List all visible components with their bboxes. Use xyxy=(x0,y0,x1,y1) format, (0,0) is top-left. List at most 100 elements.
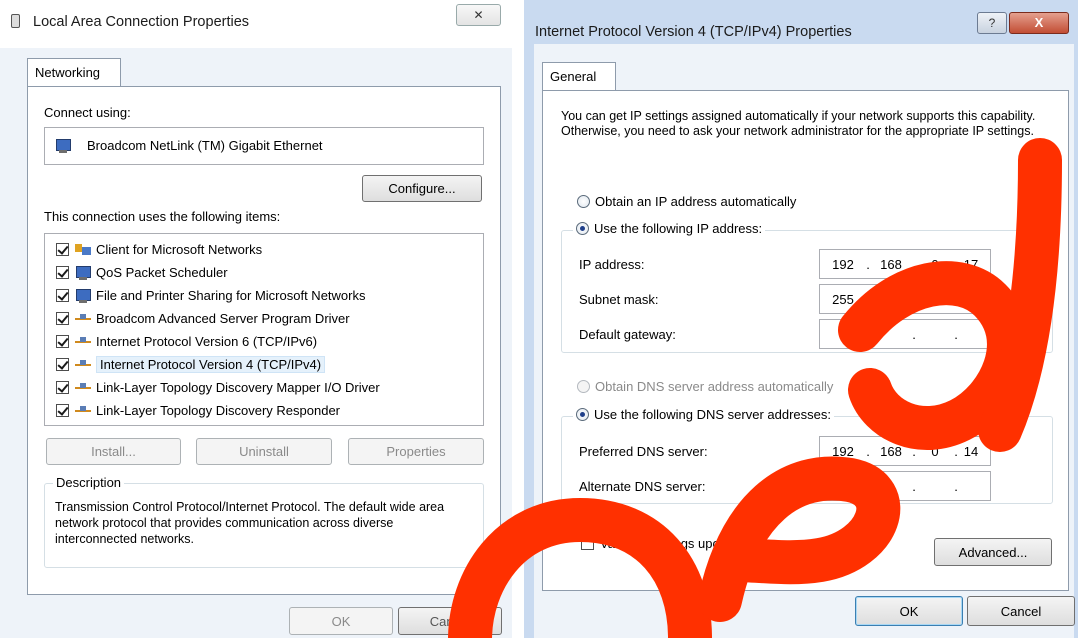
configure-button[interactable]: Configure... xyxy=(362,175,482,202)
network-protocol-icon xyxy=(74,403,92,419)
help-icon: ? xyxy=(988,16,996,30)
octet: 255 xyxy=(880,292,902,307)
lan-properties-window: Local Area Connection Properties ✕ Netwo… xyxy=(0,0,512,638)
list-item[interactable]: QoS Packet Scheduler xyxy=(45,261,228,284)
item-label: Internet Protocol Version 6 (TCP/IPv6) xyxy=(96,334,318,349)
item-checkbox[interactable] xyxy=(56,289,69,302)
computer-icon xyxy=(74,288,92,304)
list-item[interactable]: Internet Protocol Version 6 (TCP/IPv6) xyxy=(45,330,317,353)
description-text: Transmission Control Protocol/Internet P… xyxy=(55,500,445,546)
default-gateway-label: Default gateway: xyxy=(579,327,676,342)
adapter-box[interactable]: Broadcom NetLink (TM) Gigabit Ethernet xyxy=(44,127,484,165)
connect-using-label: Connect using: xyxy=(44,105,131,120)
preferred-dns-label: Preferred DNS server: xyxy=(579,444,708,459)
tab-networking[interactable]: Networking xyxy=(27,58,121,88)
network-protocol-icon xyxy=(74,334,92,350)
item-checkbox[interactable] xyxy=(56,335,69,348)
list-item[interactable]: Link-Layer Topology Discovery Responder xyxy=(45,399,340,422)
validate-option[interactable]: Validate settings upon exit xyxy=(581,536,751,551)
octet: 255 xyxy=(924,292,946,307)
network-adapter-small-icon xyxy=(11,14,20,28)
components-list[interactable]: Client for Microsoft Networks QoS Packet… xyxy=(44,233,484,426)
item-label: QoS Packet Scheduler xyxy=(96,265,228,280)
obtain-ip-auto-option[interactable]: Obtain an IP address automatically xyxy=(577,194,796,209)
item-label: Internet Protocol Version 4 (TCP/IPv4) xyxy=(96,356,326,373)
uninstall-button[interactable]: Uninstall xyxy=(196,438,332,465)
default-gateway-field[interactable]: . . . xyxy=(819,319,991,349)
networking-panel: Connect using: Broadcom NetLink (TM) Gig… xyxy=(27,86,501,595)
preferred-dns-field[interactable]: 192. 168. 0. 14 xyxy=(819,436,991,466)
list-item[interactable]: Client for Microsoft Networks xyxy=(45,238,262,261)
item-checkbox[interactable] xyxy=(56,266,69,279)
octet: 0 xyxy=(931,444,939,459)
validate-checkbox[interactable] xyxy=(581,537,594,550)
item-label: Client for Microsoft Networks xyxy=(96,242,263,257)
tab-general[interactable]: General xyxy=(542,62,616,92)
item-label: Broadcom Advanced Server Program Driver xyxy=(96,311,350,326)
close-button[interactable]: X xyxy=(1009,12,1069,34)
item-label: Link-Layer Topology Discovery Responder xyxy=(96,403,340,418)
close-icon: ✕ xyxy=(473,8,484,22)
computer-icon xyxy=(74,265,92,281)
octet: 168 xyxy=(880,444,902,459)
validate-label: Validate settings upon exit xyxy=(600,536,751,551)
subnet-mask-field[interactable]: 255. 255. 255. 0 xyxy=(819,284,991,314)
help-button[interactable]: ? xyxy=(977,12,1007,34)
properties-button[interactable]: Properties xyxy=(348,438,484,465)
list-item[interactable]: File and Printer Sharing for Microsoft N… xyxy=(45,284,365,307)
use-following-dns-label: Use the following DNS server addresses: xyxy=(594,407,831,422)
octet: 14 xyxy=(963,444,979,459)
item-checkbox[interactable] xyxy=(56,243,69,256)
item-checkbox[interactable] xyxy=(56,312,69,325)
use-following-dns-option[interactable]: Use the following DNS server addresses: xyxy=(573,407,834,422)
adapter-name: Broadcom NetLink (TM) Gigabit Ethernet xyxy=(87,138,323,153)
network-adapter-icon xyxy=(54,138,72,154)
description-group: Description Transmission Control Protoco… xyxy=(44,475,484,568)
intro-text: You can get IP settings assigned automat… xyxy=(561,109,1036,138)
close-button[interactable]: ✕ xyxy=(456,4,501,26)
octet: 192 xyxy=(832,444,854,459)
radio-button[interactable] xyxy=(577,195,590,208)
alternate-dns-field[interactable]: . . . xyxy=(819,471,991,501)
item-label: File and Printer Sharing for Microsoft N… xyxy=(96,288,366,303)
install-button[interactable]: Install... xyxy=(46,438,181,465)
subnet-mask-label: Subnet mask: xyxy=(579,292,659,307)
obtain-ip-auto-label: Obtain an IP address automatically xyxy=(595,194,797,209)
lan-properties-titlebar[interactable]: Local Area Connection Properties ✕ xyxy=(0,0,512,48)
use-following-ip-label: Use the following IP address: xyxy=(594,221,763,236)
network-protocol-icon xyxy=(74,380,92,396)
octet: 0 xyxy=(967,292,975,307)
window-title: Internet Protocol Version 4 (TCP/IPv4) P… xyxy=(535,24,852,40)
ip-address-label: IP address: xyxy=(579,257,645,272)
obtain-dns-auto-option[interactable]: Obtain DNS server address automatically xyxy=(577,379,833,394)
radio-button[interactable] xyxy=(577,380,590,393)
window-title: Local Area Connection Properties xyxy=(33,14,250,30)
radio-button[interactable] xyxy=(576,408,589,421)
item-checkbox[interactable] xyxy=(56,381,69,394)
items-label: This connection uses the following items… xyxy=(44,209,281,224)
use-following-ip-option[interactable]: Use the following IP address: xyxy=(573,221,766,236)
octet: 255 xyxy=(832,292,854,307)
description-title: Description xyxy=(53,475,125,490)
alternate-dns-label: Alternate DNS server: xyxy=(579,479,706,494)
radio-button[interactable] xyxy=(576,222,589,235)
network-client-icon xyxy=(74,242,92,258)
ok-button[interactable]: OK xyxy=(855,596,963,626)
ok-button[interactable]: OK xyxy=(289,607,393,635)
list-item-selected[interactable]: Internet Protocol Version 4 (TCP/IPv4) xyxy=(45,353,326,376)
cancel-button[interactable]: Cancel xyxy=(398,607,502,635)
general-panel: You can get IP settings assigned automat… xyxy=(542,90,1069,591)
ipv4-properties-window: Internet Protocol Version 4 (TCP/IPv4) P… xyxy=(524,0,1078,638)
ip-address-field[interactable]: 192. 168. 0. 17 xyxy=(819,249,991,279)
advanced-button[interactable]: Advanced... xyxy=(934,538,1052,566)
item-label: Link-Layer Topology Discovery Mapper I/O… xyxy=(96,380,380,395)
item-checkbox[interactable] xyxy=(56,358,69,371)
item-checkbox[interactable] xyxy=(56,404,69,417)
cancel-button[interactable]: Cancel xyxy=(967,596,1075,626)
network-protocol-icon xyxy=(74,357,92,373)
close-icon: X xyxy=(1034,15,1044,30)
octet: 168 xyxy=(880,257,902,272)
list-item[interactable]: Broadcom Advanced Server Program Driver xyxy=(45,307,350,330)
list-item[interactable]: Link-Layer Topology Discovery Mapper I/O… xyxy=(45,376,380,399)
octet: 17 xyxy=(963,257,979,272)
